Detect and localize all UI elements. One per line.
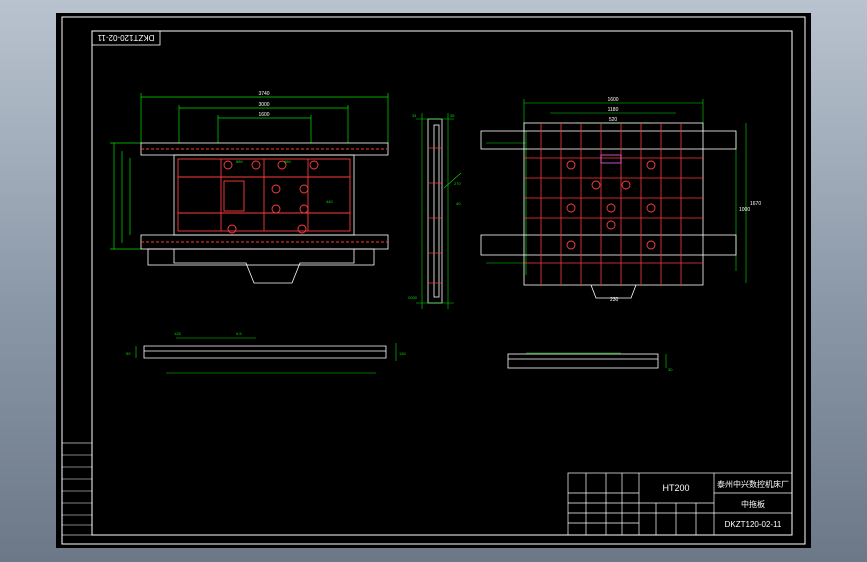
dim-front-b: 0.5	[236, 331, 242, 336]
dim-front-c: 50	[126, 351, 131, 356]
dim-inner-width: 3000	[258, 102, 269, 108]
dim-section-c: 270	[454, 181, 461, 186]
dim-right-h: 30	[668, 367, 673, 372]
dim-plan-width: 1600	[607, 97, 618, 103]
dim-section-e: 2000	[408, 295, 418, 300]
cad-viewport[interactable]: DKZT120-02-11 3740 3000 1600 880 880 440…	[56, 13, 811, 548]
plan-view: 1600 1180 520 1670 1000 230	[480, 97, 761, 303]
title-block: HT200 泰州中兴数控机床厂 中拖板 DKZT120-02-11	[567, 472, 793, 536]
dim-section-a: 34	[412, 113, 417, 118]
outer-border	[61, 16, 806, 545]
title-drawing-code: DKZT120-02-11	[725, 520, 782, 529]
dim-hole-span-b: 880	[284, 159, 291, 164]
main-inner-labels: 880 880 440	[236, 159, 333, 204]
dim-hole-span-a: 880	[236, 159, 243, 164]
dim-section-b: 35	[450, 113, 455, 118]
dim-side-height: 440	[326, 199, 333, 204]
dim-plan-inner-h: 1000	[739, 207, 750, 213]
right-section-view: 30	[507, 352, 673, 372]
dim-plan-inner: 1180	[608, 107, 619, 113]
dim-center-width: 1600	[258, 112, 269, 118]
revision-strip	[61, 442, 93, 536]
main-ribs	[141, 148, 388, 243]
front-section-view: 125 0.5 130 50	[126, 331, 406, 374]
main-holes	[223, 160, 319, 234]
main-top-dimensions	[110, 93, 389, 250]
title-material: HT200	[662, 483, 689, 493]
dim-front-h: 130	[399, 351, 406, 356]
title-company: 泰州中兴数控机床厂	[717, 479, 789, 489]
rotated-code-box: DKZT120-02-11	[91, 30, 161, 46]
dim-plan-height: 1670	[750, 201, 761, 207]
main-view: 3740 3000 1600 880 880 440	[110, 91, 389, 284]
dim-front-a: 125	[174, 331, 181, 336]
title-part-name: 中拖板	[741, 499, 765, 509]
rotated-code-text: DKZT120-02-11	[97, 33, 154, 42]
dim-overall-width: 3740	[258, 91, 269, 97]
dim-section-d: 40	[456, 201, 461, 206]
drawing-sheet: DKZT120-02-11 3740 3000 1600 880 880 440…	[61, 16, 806, 545]
side-section-view: 34 35 270 40 2000	[408, 113, 461, 309]
dim-plan-mid: 520	[609, 117, 618, 123]
